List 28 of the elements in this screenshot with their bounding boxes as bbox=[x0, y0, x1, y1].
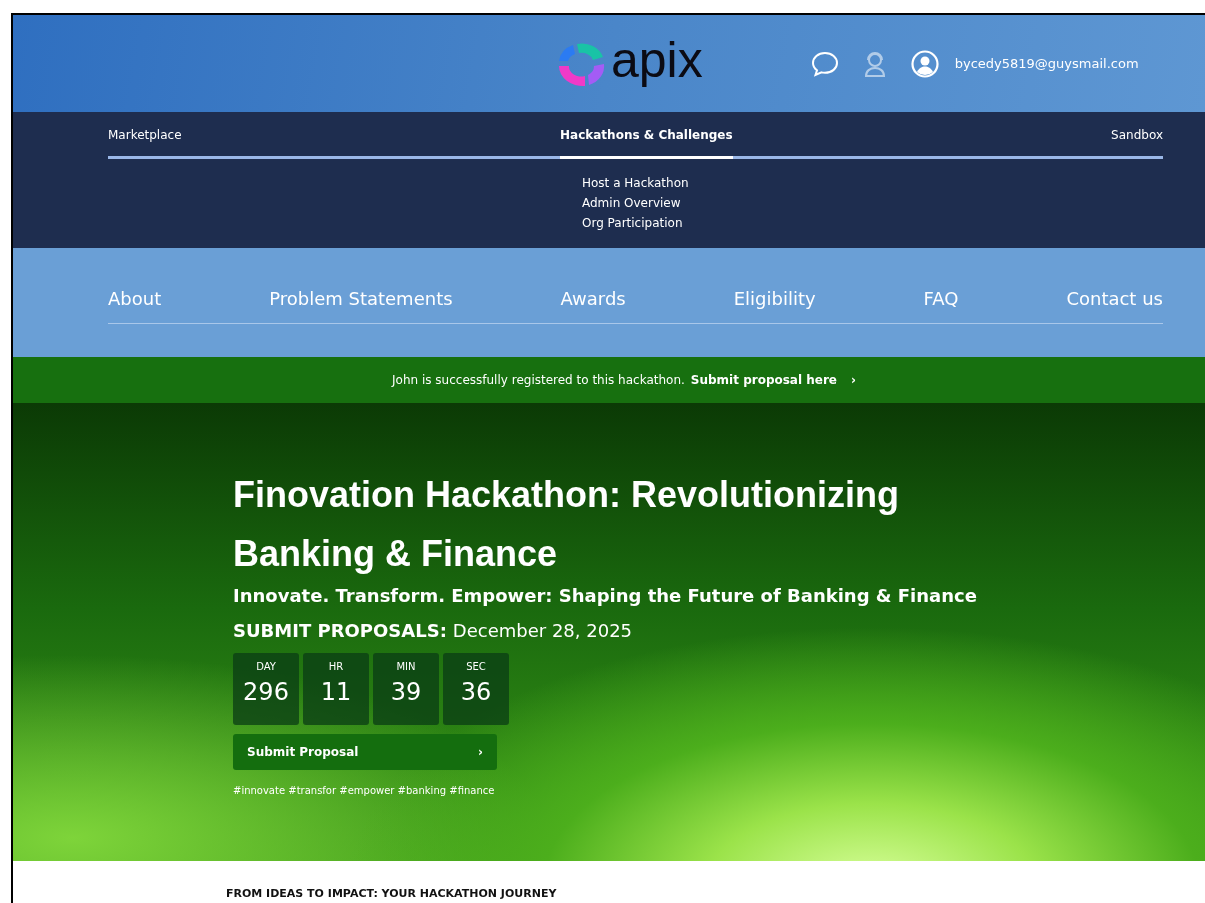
hackathon-title: Finovation Hackathon: Revolutionizing Banking & Finance bbox=[233, 473, 900, 576]
hackathon-tagline: Innovate. Transform. Empower: Shaping the Future of Banking & Finance bbox=[233, 585, 978, 606]
countdown-value: 296 bbox=[243, 678, 289, 706]
countdown-unit: HR bbox=[328, 661, 344, 672]
countdown-value: 39 bbox=[390, 678, 422, 706]
countdown-value: 36 bbox=[460, 678, 492, 706]
nav-tab[interactable]: Marketplace bbox=[108, 112, 182, 159]
hashtags: #innovate #transfor #empower #banking #finance bbox=[233, 785, 496, 796]
countdown-unit: SEC bbox=[466, 661, 486, 672]
chat-bubble-icon[interactable] bbox=[810, 50, 839, 77]
submenu-link[interactable]: Admin Overview bbox=[582, 195, 689, 211]
submenu-link[interactable]: Org Participation bbox=[582, 215, 689, 231]
user-profile-icon[interactable] bbox=[910, 49, 939, 78]
nav-tab[interactable]: Hackathons & Challenges bbox=[560, 112, 733, 159]
headset-person-icon[interactable] bbox=[862, 50, 887, 77]
logo-wordmark: apix bbox=[611, 34, 703, 85]
deadline-date: December 28, 2025 bbox=[452, 620, 633, 641]
submit-proposal-link[interactable]: Submit proposal here › bbox=[690, 373, 856, 387]
user-email: bycedy5819@guysmail.com bbox=[954, 56, 1139, 71]
countdown-unit: DAY bbox=[256, 661, 276, 672]
deadline-label: SUBMIT PROPOSALS: bbox=[233, 620, 447, 641]
countdown-value: 11 bbox=[320, 678, 352, 706]
countdown-unit: MIN bbox=[396, 661, 416, 672]
submenu-link[interactable]: Host a Hackathon bbox=[582, 175, 689, 191]
section-heading: FROM IDEAS TO IMPACT: YOUR HACKATHON JOURNEY bbox=[226, 887, 557, 900]
nav-tab[interactable]: Sandbox bbox=[1111, 112, 1163, 159]
submit-proposal-button[interactable]: Submit Proposal › bbox=[233, 734, 497, 770]
registration-message: John is successfully registered to this hackathon. bbox=[392, 373, 685, 387]
